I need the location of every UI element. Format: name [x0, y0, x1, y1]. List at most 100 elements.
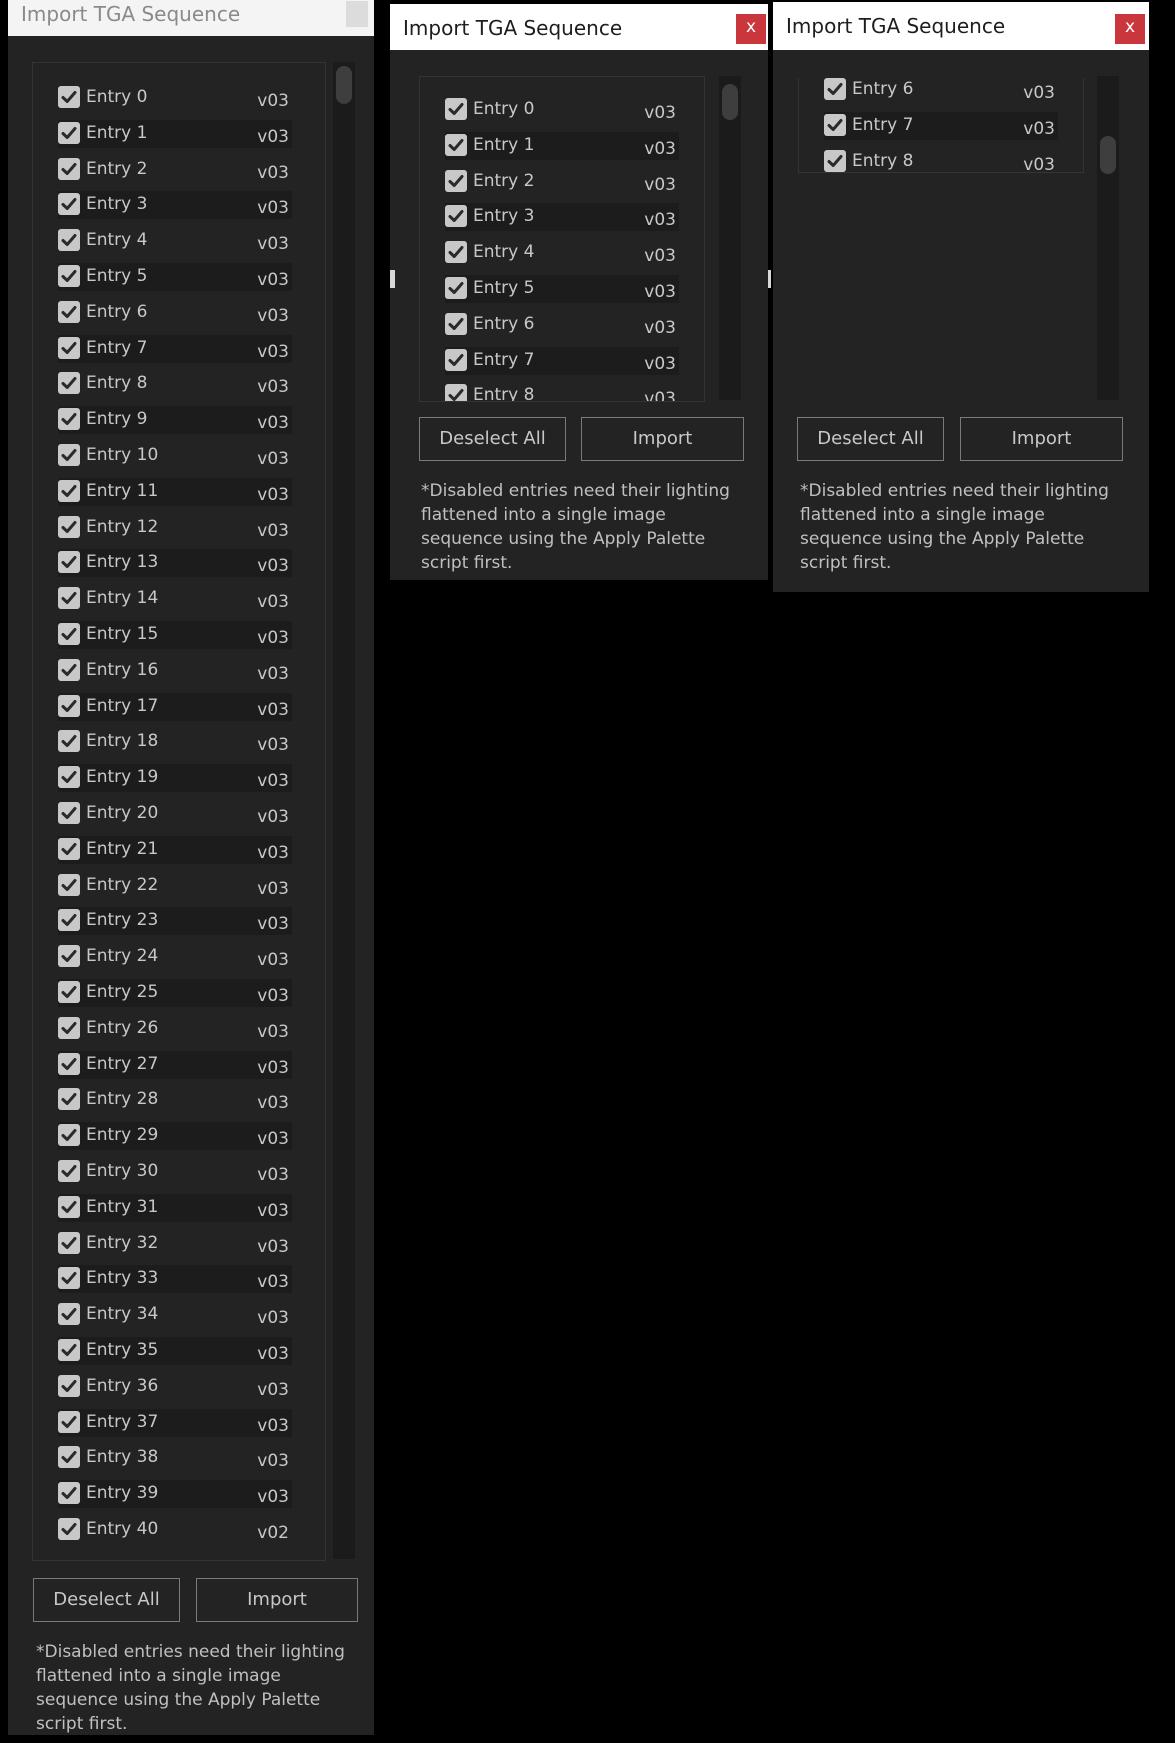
checkbox[interactable] [445, 241, 467, 263]
checkbox[interactable] [58, 551, 80, 573]
deselect-all-button[interactable]: Deselect All [33, 1578, 180, 1622]
scrollbar[interactable] [1097, 76, 1119, 400]
list-item[interactable]: Entry 9 v03 [58, 406, 292, 434]
checkbox[interactable] [58, 337, 80, 359]
checkbox[interactable] [58, 1124, 80, 1146]
checkbox[interactable] [58, 1375, 80, 1397]
list-item[interactable]: Entry 38 v03 [58, 1444, 292, 1472]
list-item[interactable]: Entry 24 v03 [58, 943, 292, 971]
scrollbar-thumb[interactable] [336, 66, 352, 104]
checkbox[interactable] [58, 265, 80, 287]
list-item[interactable]: Entry 7 v03 [58, 335, 292, 363]
scrollbar-thumb[interactable] [1100, 136, 1116, 174]
checkbox[interactable] [58, 1267, 80, 1289]
checkbox[interactable] [58, 444, 80, 466]
checkbox[interactable] [445, 134, 467, 156]
list-item[interactable]: Entry 7 v03 [445, 347, 679, 375]
checkbox[interactable] [58, 766, 80, 788]
checkbox[interactable] [58, 229, 80, 251]
list-item[interactable]: Entry 27 v03 [58, 1051, 292, 1079]
list-item[interactable]: Entry 33 v03 [58, 1265, 292, 1293]
list-item[interactable]: Entry 10 v03 [58, 442, 292, 470]
list-item[interactable]: Entry 23 v03 [58, 907, 292, 935]
checkbox[interactable] [58, 372, 80, 394]
close-icon[interactable]: x [1115, 14, 1145, 44]
import-button[interactable]: Import [196, 1578, 358, 1622]
checkbox[interactable] [445, 349, 467, 371]
list-item[interactable]: Entry 16 v03 [58, 657, 292, 685]
list-item[interactable]: Entry 2 v03 [445, 168, 679, 196]
deselect-all-button[interactable]: Deselect All [797, 417, 944, 461]
checkbox[interactable] [58, 587, 80, 609]
list-item[interactable]: Entry 6 v03 [824, 78, 1058, 104]
list-item[interactable]: Entry 1 v03 [445, 132, 679, 160]
list-item[interactable]: Entry 12 v03 [58, 514, 292, 542]
checkbox[interactable] [58, 1196, 80, 1218]
list-item[interactable]: Entry 32 v03 [58, 1230, 292, 1258]
list-item[interactable]: Entry 4 v03 [445, 239, 679, 267]
list-item[interactable]: Entry 2 v03 [58, 156, 292, 184]
checkbox[interactable] [58, 802, 80, 824]
checkbox[interactable] [58, 1303, 80, 1325]
scrollbar[interactable] [333, 62, 355, 1559]
checkbox[interactable] [58, 480, 80, 502]
checkbox[interactable] [58, 945, 80, 967]
checkbox[interactable] [58, 1411, 80, 1433]
list-item[interactable]: Entry 39 v03 [58, 1480, 292, 1508]
checkbox[interactable] [58, 1017, 80, 1039]
list-item[interactable]: Entry 37 v03 [58, 1409, 292, 1437]
checkbox[interactable] [58, 659, 80, 681]
titlebar[interactable]: Import TGA Sequence x [390, 4, 768, 50]
list-item[interactable]: Entry 8 v03 [58, 370, 292, 398]
checkbox[interactable] [58, 1482, 80, 1504]
checkbox[interactable] [445, 170, 467, 192]
list-item[interactable]: Entry 8 v03 [824, 148, 1058, 172]
list-item[interactable]: Entry 13 v03 [58, 549, 292, 577]
list-item[interactable]: Entry 0 v03 [445, 96, 679, 124]
checkbox[interactable] [58, 1232, 80, 1254]
checkbox[interactable] [58, 1446, 80, 1468]
list-item[interactable]: Entry 30 v03 [58, 1158, 292, 1186]
list-item[interactable]: Entry 18 v03 [58, 728, 292, 756]
close-icon[interactable]: x [736, 14, 766, 44]
list-item[interactable]: Entry 20 v03 [58, 800, 292, 828]
scrollbar[interactable] [719, 76, 741, 400]
list-item[interactable]: Entry 1 v03 [58, 120, 292, 148]
list-item[interactable]: Entry 6 v03 [58, 299, 292, 327]
list-item[interactable]: Entry 5 v03 [58, 263, 292, 291]
checkbox[interactable] [58, 1088, 80, 1110]
list-item[interactable]: Entry 28 v03 [58, 1086, 292, 1114]
close-icon[interactable] [346, 1, 368, 27]
titlebar[interactable]: Import TGA Sequence x [773, 2, 1149, 50]
checkbox[interactable] [58, 981, 80, 1003]
checkbox[interactable] [58, 695, 80, 717]
checkbox[interactable] [58, 301, 80, 323]
checkbox[interactable] [58, 193, 80, 215]
list-item[interactable]: Entry 8 v03 [445, 382, 679, 401]
import-button[interactable]: Import [960, 417, 1123, 461]
list-item[interactable]: Entry 29 v03 [58, 1122, 292, 1150]
list-item[interactable]: Entry 4 v03 [58, 227, 292, 255]
titlebar[interactable]: Import TGA Sequence [8, 0, 374, 36]
deselect-all-button[interactable]: Deselect All [419, 417, 566, 461]
checkbox[interactable] [58, 158, 80, 180]
list-item[interactable]: Entry 7 v03 [824, 112, 1058, 140]
list-item[interactable]: Entry 11 v03 [58, 478, 292, 506]
checkbox[interactable] [445, 277, 467, 299]
checkbox[interactable] [445, 98, 467, 120]
checkbox[interactable] [58, 1160, 80, 1182]
list-item[interactable]: Entry 19 v03 [58, 764, 292, 792]
checkbox[interactable] [824, 150, 846, 172]
list-item[interactable]: Entry 22 v03 [58, 872, 292, 900]
checkbox[interactable] [58, 516, 80, 538]
checkbox[interactable] [445, 313, 467, 335]
list-item[interactable]: Entry 5 v03 [445, 275, 679, 303]
list-item[interactable]: Entry 14 v03 [58, 585, 292, 613]
list-item[interactable]: Entry 31 v03 [58, 1194, 292, 1222]
list-item[interactable]: Entry 21 v03 [58, 836, 292, 864]
list-item[interactable]: Entry 36 v03 [58, 1373, 292, 1401]
list-item[interactable]: Entry 26 v03 [58, 1015, 292, 1043]
checkbox[interactable] [58, 86, 80, 108]
checkbox[interactable] [58, 874, 80, 896]
list-item[interactable]: Entry 17 v03 [58, 693, 292, 721]
